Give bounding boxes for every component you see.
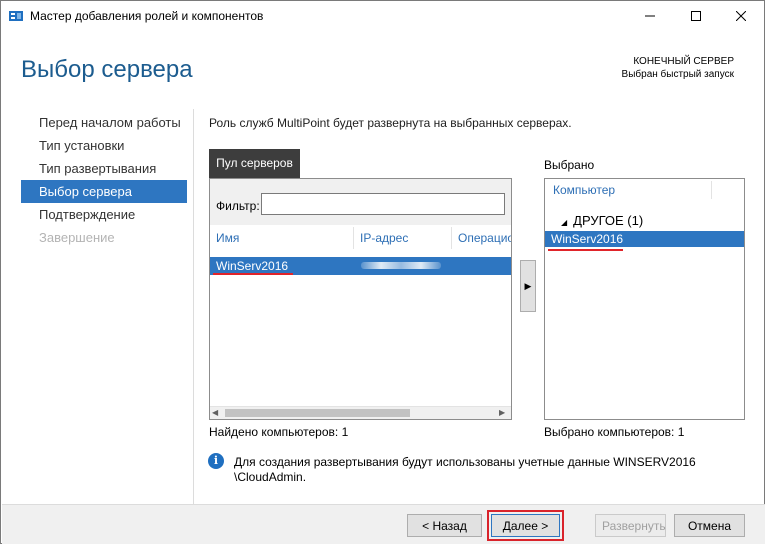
group-row[interactable]: ◢ ДРУГОЕ (1) (561, 213, 643, 228)
filter-input[interactable] (261, 193, 505, 215)
deploy-button: Развернуть (595, 514, 666, 537)
tab-server-pool[interactable]: Пул серверов (209, 149, 300, 178)
group-label: ДРУГОЕ (1) (573, 213, 644, 228)
server-manager-icon (8, 8, 24, 24)
page-title: Выбор сервера (21, 56, 193, 83)
maximize-icon (691, 11, 701, 21)
column-header-ip[interactable]: IP-адрес (354, 227, 452, 249)
close-icon (736, 11, 746, 21)
horizontal-scrollbar[interactable]: ◀ ▶ (210, 406, 511, 419)
nav-item-deployment-type[interactable]: Тип развертывания (21, 157, 187, 180)
info-text: Для создания развертывания будут использ… (234, 455, 696, 484)
column-header-os[interactable]: Операционная система (452, 227, 511, 249)
maximize-button[interactable] (673, 1, 719, 31)
destination-server-title: КОНЕЧНЫЙ СЕРВЕР (633, 56, 734, 67)
filter-bar: Фильтр: (210, 179, 511, 225)
title-bar[interactable]: Мастер добавления ролей и компонентов (1, 1, 764, 31)
destination-server-value: Выбран быстрый запуск (621, 69, 734, 80)
red-underline-annotation (213, 273, 293, 275)
red-underline-annotation (548, 249, 623, 251)
server-name: WinServ2016 (216, 259, 289, 273)
scroll-thumb[interactable] (225, 409, 410, 417)
wizard-window: Мастер добавления ролей и компонентов Вы… (0, 0, 765, 544)
selected-count: Выбрано компьютеров: 1 (544, 425, 685, 439)
info-icon: i (208, 453, 224, 469)
back-button[interactable]: < Назад (407, 514, 482, 537)
nav-item-server-selection[interactable]: Выбор сервера (21, 180, 187, 203)
nav-item-installation-type[interactable]: Тип установки (21, 134, 187, 157)
close-button[interactable] (718, 1, 764, 31)
minimize-icon (645, 15, 655, 17)
ip-address-blurred (361, 262, 441, 269)
collapse-triangle-icon[interactable]: ◢ (561, 218, 567, 227)
nav-item-before-you-begin[interactable]: Перед началом работы (21, 111, 187, 134)
selected-server-name: WinServ2016 (551, 232, 624, 246)
add-to-selection-button[interactable]: ▶ (520, 260, 536, 312)
column-header-computer[interactable]: Компьютер (545, 179, 744, 201)
selected-label: Выбрано (544, 158, 595, 172)
description-text: Роль служб MultiPoint будет развернута н… (209, 116, 572, 130)
window-title: Мастер добавления ролей и компонентов (30, 9, 264, 23)
scroll-left-icon[interactable]: ◀ (212, 408, 222, 418)
column-header-name[interactable]: Имя (210, 227, 354, 249)
found-count: Найдено компьютеров: 1 (209, 425, 349, 439)
server-pool-list: Фильтр: Имя IP-адрес Операционная систем… (209, 178, 512, 420)
next-button[interactable]: Далее > (491, 514, 560, 537)
nav-item-completion: Завершение (39, 230, 115, 245)
arrow-right-icon: ▶ (524, 280, 532, 291)
minimize-button[interactable] (627, 1, 673, 31)
cancel-button[interactable]: Отмена (674, 514, 745, 537)
footer-bar: < Назад Далее > Развернуть Отмена (2, 504, 765, 544)
list-item[interactable]: WinServ2016 (545, 231, 744, 247)
nav-divider (193, 109, 194, 504)
header-separator (711, 181, 712, 199)
filter-label: Фильтр: (216, 199, 260, 213)
scroll-right-icon[interactable]: ▶ (499, 408, 509, 418)
nav-item-confirmation[interactable]: Подтверждение (21, 203, 187, 226)
selected-list: Компьютер ◢ ДРУГОЕ (1) WinServ2016 (544, 178, 745, 420)
wizard-nav: Перед началом работы Тип установки Тип р… (21, 111, 187, 249)
